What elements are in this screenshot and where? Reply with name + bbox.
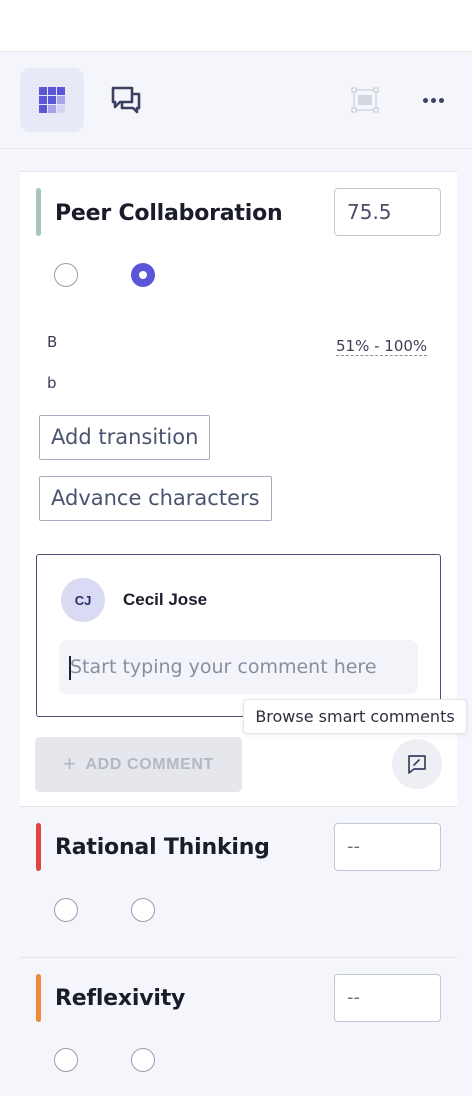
score-input[interactable]: -- xyxy=(334,974,441,1022)
grid-cell xyxy=(57,96,65,104)
grid-view-button[interactable] xyxy=(20,68,84,132)
criterion-title: Rational Thinking xyxy=(55,835,270,860)
comment-input[interactable]: Start typing your comment here xyxy=(59,640,418,694)
smart-comments-button[interactable] xyxy=(392,739,442,789)
grid-cell xyxy=(48,96,56,104)
comment-author: Cecil Jose xyxy=(123,590,208,609)
option-radio-1[interactable] xyxy=(54,263,78,287)
comment-placeholder: Start typing your comment here xyxy=(70,656,377,678)
more-options-icon-dot xyxy=(438,97,444,103)
criterion-card-rational-thinking: Rational Thinking -- xyxy=(20,807,457,957)
top-bar xyxy=(0,0,472,52)
option-radio-1[interactable] xyxy=(54,898,78,922)
comment-box: CJ Cecil Jose Start typing your comment … xyxy=(36,554,441,717)
grid-cell xyxy=(39,105,47,113)
score-input[interactable]: 75.5 xyxy=(334,188,441,236)
add-comment-label: ADD COMMENT xyxy=(85,755,214,773)
grid-cell xyxy=(39,87,47,95)
criterion-title: Peer Collaboration xyxy=(55,201,283,226)
focus-frame-button[interactable] xyxy=(350,86,382,116)
criterion-title: Reflexivity xyxy=(55,986,186,1011)
grid-cell xyxy=(48,87,56,95)
text-caret xyxy=(69,656,71,680)
criterion-color-bar xyxy=(36,188,41,236)
option-radio-2[interactable] xyxy=(131,898,155,922)
option-radio-1[interactable] xyxy=(54,1048,78,1072)
criterion-color-bar xyxy=(36,823,41,871)
plus-icon: + xyxy=(63,750,77,776)
criterion-color-bar xyxy=(36,974,41,1022)
grid-view-icon xyxy=(39,87,65,113)
grid-cell xyxy=(57,87,65,95)
focus-frame-icon xyxy=(351,87,379,113)
smart-chip-add-transition[interactable]: Add transition xyxy=(39,415,211,460)
toolbar xyxy=(0,52,472,149)
comments-icon xyxy=(111,86,141,114)
level-range[interactable]: 51% - 100% xyxy=(336,337,428,356)
tooltip: Browse smart comments xyxy=(243,699,467,734)
level-description: b xyxy=(47,374,57,392)
smart-chip-advance-characters[interactable]: Advance characters xyxy=(39,476,272,521)
avatar: CJ xyxy=(61,578,105,622)
grid-cell xyxy=(39,96,47,104)
criterion-card-reflexivity: Reflexivity -- xyxy=(20,958,457,1096)
grid-cell xyxy=(57,105,65,113)
option-radio-2[interactable] xyxy=(131,1048,155,1072)
level-label: B xyxy=(47,333,58,351)
score-input[interactable]: -- xyxy=(334,823,441,871)
smart-comment-icon xyxy=(408,755,426,774)
comments-button[interactable] xyxy=(108,82,144,118)
more-options-icon xyxy=(422,97,428,103)
add-comment-button[interactable]: + ADD COMMENT xyxy=(35,737,242,792)
more-options-button[interactable] xyxy=(418,88,448,112)
more-options-icon-dot xyxy=(430,97,436,103)
option-radio-2[interactable] xyxy=(131,263,155,287)
grid-cell xyxy=(48,105,56,113)
